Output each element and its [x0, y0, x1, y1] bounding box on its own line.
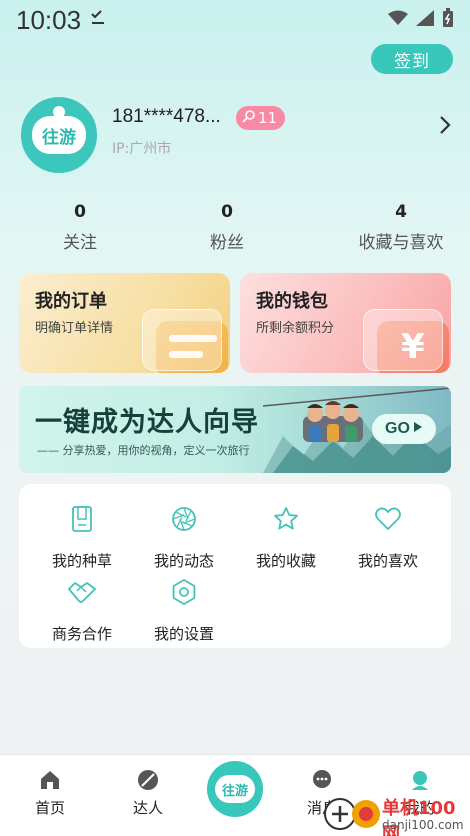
home-icon [15, 767, 85, 793]
user-phone: 181****478... [112, 106, 221, 127]
notebook-icon [32, 504, 132, 534]
menu-item-settings[interactable]: 我的设置 [134, 577, 234, 644]
aperture-icon [134, 504, 234, 534]
menu-label: 我的设置 [153, 625, 214, 643]
stat-number: 0 [221, 202, 233, 222]
wifi-icon [388, 10, 408, 30]
site-watermark: 单机100网 danji100.com [322, 790, 470, 836]
stat-label: 收藏与喜欢 [358, 233, 444, 253]
level-badge: 11 [236, 106, 286, 130]
stat-number: 0 [74, 202, 86, 222]
stat-number: 4 [395, 202, 407, 222]
menu-item-likes[interactable]: 我的喜欢 [338, 504, 438, 571]
checkin-button[interactable]: 签到 [371, 44, 453, 74]
menu-label: 我的喜欢 [357, 552, 418, 570]
ip-location: IP:广州市 [112, 141, 172, 157]
nav-label: 首页 [34, 799, 65, 817]
nav-center-button[interactable]: 往游 [207, 761, 263, 817]
avatar-text: 往游 [42, 127, 76, 148]
stat-following[interactable]: 0 关注 [40, 202, 120, 253]
battery-icon [442, 8, 454, 32]
settings-icon [134, 577, 234, 607]
menu-item-collections[interactable]: 我的收藏 [236, 504, 336, 571]
menu-item-moments[interactable]: 我的动态 [134, 504, 234, 571]
app-logo-icon: 往游 [32, 103, 86, 154]
wallet-subtitle: 所剩余额积分 [256, 321, 335, 336]
watermark-logo-icon [324, 798, 380, 830]
profile-header[interactable]: 往游 181****478... 11 IP:广州市 [18, 94, 458, 176]
menu-item-seeding[interactable]: 我的种草 [32, 504, 132, 571]
nav-center-label: 往游 [221, 783, 248, 799]
stat-label: 关注 [63, 233, 97, 253]
banner-title: 一键成为达人向导 [35, 407, 259, 438]
banner-go-button[interactable]: GO [372, 414, 436, 444]
status-bar: 10:03 [0, 0, 470, 40]
yen-icon: ¥ [401, 327, 425, 367]
leaf-icon [113, 767, 183, 793]
stats-row: 0 关注 0 粉丝 4 收藏与喜欢 [0, 202, 470, 258]
orders-subtitle: 明确订单详情 [35, 321, 114, 336]
play-arrow-icon [413, 420, 423, 438]
nav-experts[interactable]: 达人 [113, 767, 183, 818]
menu-label: 我的动态 [153, 552, 214, 570]
menu-label: 商务合作 [51, 625, 112, 643]
status-icons [388, 8, 454, 32]
banner-subtitle: —— 分享热爱，用你的视角，定义一次旅行 [37, 444, 250, 457]
menu-item-business[interactable]: 商务合作 [32, 577, 132, 644]
star-icon [236, 504, 336, 534]
stat-label: 粉丝 [210, 233, 244, 253]
signal-icon [416, 10, 434, 30]
orders-title: 我的订单 [35, 291, 107, 312]
document-lines-icon [169, 335, 217, 367]
chevron-right-icon[interactable] [438, 114, 452, 140]
avatar[interactable]: 往游 [18, 94, 100, 176]
wallet-card[interactable]: 我的钱包 所剩余额积分 ¥ [240, 273, 451, 373]
feature-menu: 我的种草 我的动态 我的收藏 我的喜欢 商务合作 我的设置 [19, 484, 451, 648]
nav-label: 达人 [132, 799, 163, 817]
level-value: 11 [258, 109, 278, 127]
status-time: 10:03 [16, 4, 82, 35]
guide-banner[interactable]: 一键成为达人向导 —— 分享热爱，用你的视角，定义一次旅行 GO [19, 386, 451, 473]
handshake-icon [32, 577, 132, 607]
orders-card[interactable]: 我的订单 明确订单详情 [19, 273, 230, 373]
banner-go-label: GO [385, 420, 410, 437]
watermark-url: danji100.com [382, 818, 464, 832]
nav-home[interactable]: 首页 [15, 767, 85, 818]
wallet-title: 我的钱包 [256, 291, 328, 312]
heart-icon [338, 504, 438, 534]
menu-label: 我的收藏 [255, 552, 316, 570]
app-logo-icon: 往游 [215, 775, 255, 803]
stat-favorites[interactable]: 4 收藏与喜欢 [346, 202, 456, 253]
stat-followers[interactable]: 0 粉丝 [187, 202, 267, 253]
download-done-icon [89, 9, 107, 32]
menu-label: 我的种草 [51, 552, 112, 570]
pin-icon [242, 109, 256, 127]
